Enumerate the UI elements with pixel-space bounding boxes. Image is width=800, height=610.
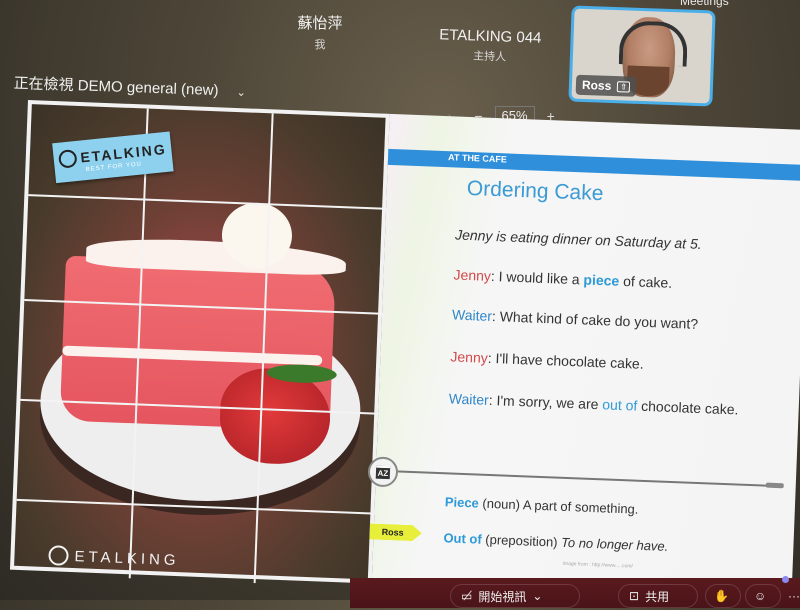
chevron-down-icon[interactable]: ⌄ <box>236 87 246 99</box>
video-off-icon: ▭̸ <box>461 589 473 603</box>
share-view-dropdown[interactable]: 正在檢視 DEMO general (new) ⌄ <box>13 72 246 101</box>
more-icon: ··· <box>788 589 800 603</box>
participant-role: 主持人 <box>472 50 507 64</box>
etalking-logo-icon <box>57 148 78 169</box>
grid-line <box>16 498 379 515</box>
etalking-logo-icon <box>48 545 69 566</box>
speaker: Waiter <box>448 390 490 408</box>
reactions-button[interactable]: ☺ <box>745 584 781 608</box>
participant-name: 蘇怡萍 <box>297 15 343 32</box>
participant-name: ETALKING 044 <box>438 26 542 47</box>
participant-role: 我 <box>314 39 326 51</box>
emoji-icon: ☺ <box>754 589 767 603</box>
vocab-pos: (noun) <box>478 495 524 513</box>
shared-slide: ETALKING BEST FOR YOU ETALKING AT THE CA… <box>9 100 800 610</box>
dictionary-az-icon: AZ <box>367 456 399 488</box>
hand-icon: ✋ <box>714 589 729 603</box>
share-label: 共用 <box>645 589 670 604</box>
ross-pointer-arrow: Ross <box>369 523 422 541</box>
grid-line <box>28 194 391 210</box>
vocab-definition: A part of something. <box>522 497 639 517</box>
vocab-term: Piece <box>444 494 480 511</box>
start-video-label: 開始視訊 <box>478 589 527 604</box>
vocab-item: Piece (noun) A part of something. <box>445 494 639 516</box>
dialogue-line: Waiter: I'm sorry, we are out of chocola… <box>448 390 739 418</box>
participant-host[interactable]: ETALKING 044 主持人 <box>429 26 550 66</box>
intro-line: Jenny is eating dinner on Saturday at 5. <box>454 226 702 252</box>
participant-video-detail <box>618 20 689 67</box>
slide-title: Ordering Cake <box>466 176 604 206</box>
slide-text-panel: AT THE CAFE Ordering Cake Jenny is eatin… <box>367 113 800 600</box>
brand-name: ETALKING <box>74 547 180 569</box>
chevron-down-icon[interactable]: ⌄ <box>532 589 542 603</box>
dialogue-text: I would like a <box>494 268 584 288</box>
etalking-bottom-logo: ETALKING <box>48 545 180 570</box>
more-button[interactable]: ··· <box>782 584 800 608</box>
meetings-label: Meetings <box>680 0 729 8</box>
dialogue-text: of cake. <box>618 272 673 291</box>
vocab-term: Out of <box>443 530 483 547</box>
highlight-word: out of <box>602 396 638 414</box>
dialogue-text: I'm sorry, we are <box>492 392 603 413</box>
dialogue-line: Waiter: What kind of cake do you want? <box>451 306 699 332</box>
video-name-tag: Ross ⇧ <box>575 74 637 97</box>
participant-self[interactable]: 蘇怡萍 我 <box>290 12 350 52</box>
vocab-item: Out of (preposition) To no longer have. <box>443 530 668 554</box>
image-credit: Image from : http://www.....com/ <box>562 560 633 570</box>
brand-name: ETALKING <box>79 140 168 166</box>
etalking-logo-badge: ETALKING BEST FOR YOU <box>52 131 174 184</box>
dialogue-text: I'll have chocolate cake. <box>491 349 644 372</box>
divider-handle <box>765 482 784 489</box>
divider <box>395 470 776 487</box>
video-tile-ross[interactable]: Ross ⇧ <box>568 5 716 107</box>
highlight-word: piece <box>583 271 620 289</box>
dialogue-text: What kind of cake do you want? <box>495 308 699 332</box>
vocab-definition: To no longer have. <box>560 534 669 554</box>
share-icon: ⊡ <box>629 589 640 603</box>
dialogue-line: Jenny: I'll have chocolate cake. <box>450 348 644 372</box>
share-button[interactable]: ⊡ 共用 <box>618 584 698 608</box>
dialogue-text: chocolate cake. <box>637 397 739 418</box>
video-name: Ross <box>581 77 612 93</box>
pin-icon[interactable]: ⇧ <box>617 80 631 93</box>
speaker: Waiter <box>451 306 493 324</box>
share-title: 正在檢視 DEMO general (new) <box>13 74 219 100</box>
az-label: AZ <box>375 465 391 479</box>
speaker: Jenny <box>450 348 489 366</box>
meeting-toolbar: ▭̸ 開始視訊 ⌄ ⊡ 共用 ✋ ☺ ··· <box>350 578 800 608</box>
vocab-pos: (preposition) <box>481 531 562 550</box>
notification-dot <box>782 576 789 583</box>
speaker: Jenny <box>453 266 492 284</box>
raise-hand-button[interactable]: ✋ <box>705 584 741 608</box>
slide-image-panel: ETALKING BEST FOR YOU ETALKING <box>9 100 391 584</box>
start-video-button[interactable]: ▭̸ 開始視訊 ⌄ <box>450 584 580 608</box>
dialogue-line: Jenny: I would like a piece of cake. <box>453 266 673 291</box>
